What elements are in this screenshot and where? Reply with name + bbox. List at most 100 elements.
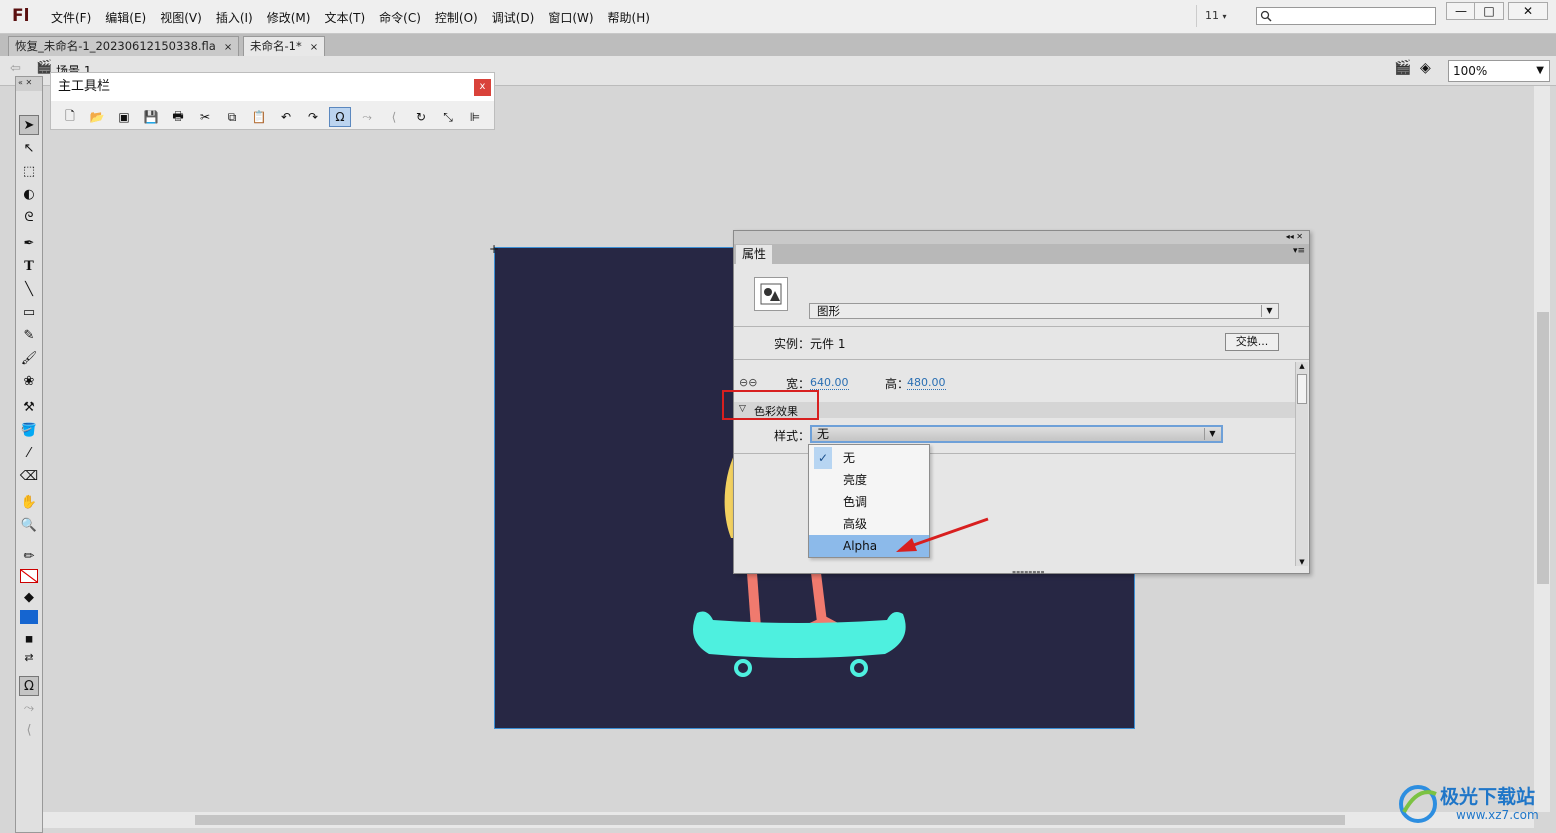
style-option-none[interactable]: ✓ 无: [809, 447, 929, 469]
3d-rotation-tool-icon[interactable]: ◐: [19, 184, 39, 204]
scale-icon[interactable]: ⤡: [437, 107, 459, 127]
align-icon[interactable]: ⊫: [464, 107, 486, 127]
menu-edit[interactable]: 编辑(E): [98, 9, 153, 26]
zoom-tool-icon[interactable]: 🔍: [19, 515, 39, 535]
swap-button[interactable]: 交换...: [1225, 333, 1279, 351]
scroll-up-icon[interactable]: ▲: [1296, 362, 1308, 370]
close-icon[interactable]: ×: [224, 42, 232, 53]
tools-panel-header[interactable]: « ✕: [16, 77, 42, 91]
style-option-tint[interactable]: 色调: [809, 491, 929, 513]
zoom-select[interactable]: 100% ▼: [1448, 60, 1550, 82]
menu-modify[interactable]: 修改(M): [260, 9, 318, 26]
paint-bucket-tool-icon[interactable]: 🪣: [19, 420, 39, 440]
scroll-down-icon[interactable]: ▼: [1296, 558, 1308, 566]
main-toolbar-icons: 🗋 📂 ▣ 💾 🖶 ✂ ⧉ 📋 ↶ ↷ Ω ⤳ ⟨ ↻ ⤡ ⊫: [59, 107, 486, 127]
swap-colors-icon[interactable]: ⇄: [19, 647, 39, 667]
pencil-tool-icon[interactable]: ✎: [19, 325, 39, 345]
edit-scene-icon[interactable]: 🎬: [1394, 60, 1411, 76]
straighten-icon[interactable]: ⟨: [19, 720, 39, 740]
height-value[interactable]: 480.00: [907, 376, 946, 390]
menu-insert[interactable]: 插入(I): [209, 9, 260, 26]
free-transform-tool-icon[interactable]: ⬚: [19, 161, 39, 181]
close-window-button[interactable]: ✕: [1508, 2, 1548, 20]
watermark: 极光下载站 www.xz7.com: [1396, 778, 1554, 830]
doc-tab-recovered[interactable]: 恢复_未命名-1_20230612150338.fla ×: [8, 36, 240, 56]
cut-icon[interactable]: ✂: [194, 107, 216, 127]
watermark-logo: [1399, 785, 1437, 823]
brush-tool-icon[interactable]: 🖌: [19, 348, 39, 368]
menu-file[interactable]: 文件(F): [44, 9, 98, 26]
rotate-icon[interactable]: ↻: [410, 107, 432, 127]
undo-icon[interactable]: ↶: [275, 107, 297, 127]
menu-control[interactable]: 控制(O): [428, 9, 485, 26]
doc-tab-label: 未命名-1*: [250, 39, 302, 53]
save-icon[interactable]: 💾: [140, 107, 162, 127]
app-logo: Fl: [12, 6, 30, 26]
selection-tool-icon[interactable]: ➤: [19, 115, 39, 135]
maximize-button[interactable]: □: [1474, 2, 1504, 20]
left-wheel: [734, 659, 752, 677]
menu-commands[interactable]: 命令(C): [372, 9, 428, 26]
menu-text[interactable]: 文本(T): [317, 9, 372, 26]
smooth-icon[interactable]: ⤳: [356, 107, 378, 127]
symbol-type-select[interactable]: 图形 ▼: [809, 303, 1279, 319]
lock-ratio-link-icon[interactable]: ⊖⊖: [739, 376, 757, 389]
width-value[interactable]: 640.00: [810, 376, 849, 390]
divider: [734, 359, 1309, 360]
menu-view[interactable]: 视图(V): [153, 9, 209, 26]
line-tool-icon[interactable]: ╲: [19, 279, 39, 299]
chevron-down-icon: ▼: [1204, 428, 1220, 440]
style-option-brightness[interactable]: 亮度: [809, 469, 929, 491]
bone-tool-icon[interactable]: ⚒: [19, 397, 39, 417]
minimize-button[interactable]: —: [1446, 2, 1476, 20]
tab-properties[interactable]: 属性: [736, 245, 772, 265]
fill-swatch[interactable]: [19, 607, 39, 627]
doc-tab-untitled[interactable]: 未命名-1* ×: [243, 36, 326, 56]
rectangle-tool-icon[interactable]: ▭: [19, 302, 39, 322]
open-folder-icon[interactable]: 📂: [86, 107, 108, 127]
redo-icon[interactable]: ↷: [302, 107, 324, 127]
smooth-icon[interactable]: ⤳: [19, 698, 39, 718]
paste-icon[interactable]: 📋: [248, 107, 270, 127]
eraser-tool-icon[interactable]: ⌫: [19, 466, 39, 486]
resize-grip-icon[interactable]: ▪▪▪▪▪▪▪▪: [1012, 569, 1045, 576]
stroke-swatch[interactable]: [19, 566, 39, 586]
snap-magnet-icon[interactable]: Ω: [329, 107, 351, 127]
hand-tool-icon[interactable]: ✋: [19, 492, 39, 512]
back-arrow-icon[interactable]: ⇦: [10, 61, 21, 76]
properties-scroll-thumb[interactable]: [1297, 374, 1307, 404]
black-white-icon[interactable]: ◼: [19, 629, 39, 649]
subselection-tool-icon[interactable]: ↖: [19, 138, 39, 158]
lasso-tool-icon[interactable]: ᘓ: [19, 207, 39, 227]
edit-symbols-icon[interactable]: ◈: [1420, 60, 1431, 76]
panel-menu-icon[interactable]: ▾≡: [1293, 246, 1305, 256]
close-icon[interactable]: x: [474, 79, 491, 96]
style-select[interactable]: 无 ▼: [810, 425, 1223, 443]
copy-icon[interactable]: ⧉: [221, 107, 243, 127]
main-toolbar-title[interactable]: 主工具栏: [51, 73, 494, 101]
fill-color-icon[interactable]: ◆: [19, 587, 39, 607]
menu-debug[interactable]: 调试(D): [485, 9, 542, 26]
menu-window[interactable]: 窗口(W): [541, 9, 600, 26]
eyedropper-tool-icon[interactable]: ⁄: [19, 443, 39, 463]
snap-magnet-icon[interactable]: Ω: [19, 676, 39, 696]
print-icon[interactable]: 🖶: [167, 107, 189, 127]
workspace-number: 11: [1205, 9, 1219, 22]
bridge-icon[interactable]: ▣: [113, 107, 135, 127]
pen-tool-icon[interactable]: ✒: [19, 233, 39, 253]
help-search-input[interactable]: [1256, 7, 1436, 25]
properties-scrollbar[interactable]: ▲ ▼: [1295, 362, 1308, 566]
straighten-icon[interactable]: ⟨: [383, 107, 405, 127]
vertical-scroll-thumb[interactable]: [1537, 312, 1549, 584]
new-file-icon[interactable]: 🗋: [59, 107, 81, 127]
chevron-down-icon: ▼: [1261, 305, 1277, 317]
close-icon[interactable]: ×: [310, 42, 318, 53]
workspace-switcher[interactable]: 11 ▾: [1196, 5, 1242, 27]
stroke-color-icon[interactable]: ✏: [19, 546, 39, 566]
text-tool-icon[interactable]: T: [19, 256, 39, 276]
deco-tool-icon[interactable]: ❀: [19, 371, 39, 391]
horizontal-scroll-thumb[interactable]: [195, 815, 1345, 825]
menu-help[interactable]: 帮助(H): [601, 9, 657, 26]
left-leg: [747, 573, 761, 628]
panel-collapse-bar[interactable]: ◂◂ ✕: [734, 231, 1309, 244]
